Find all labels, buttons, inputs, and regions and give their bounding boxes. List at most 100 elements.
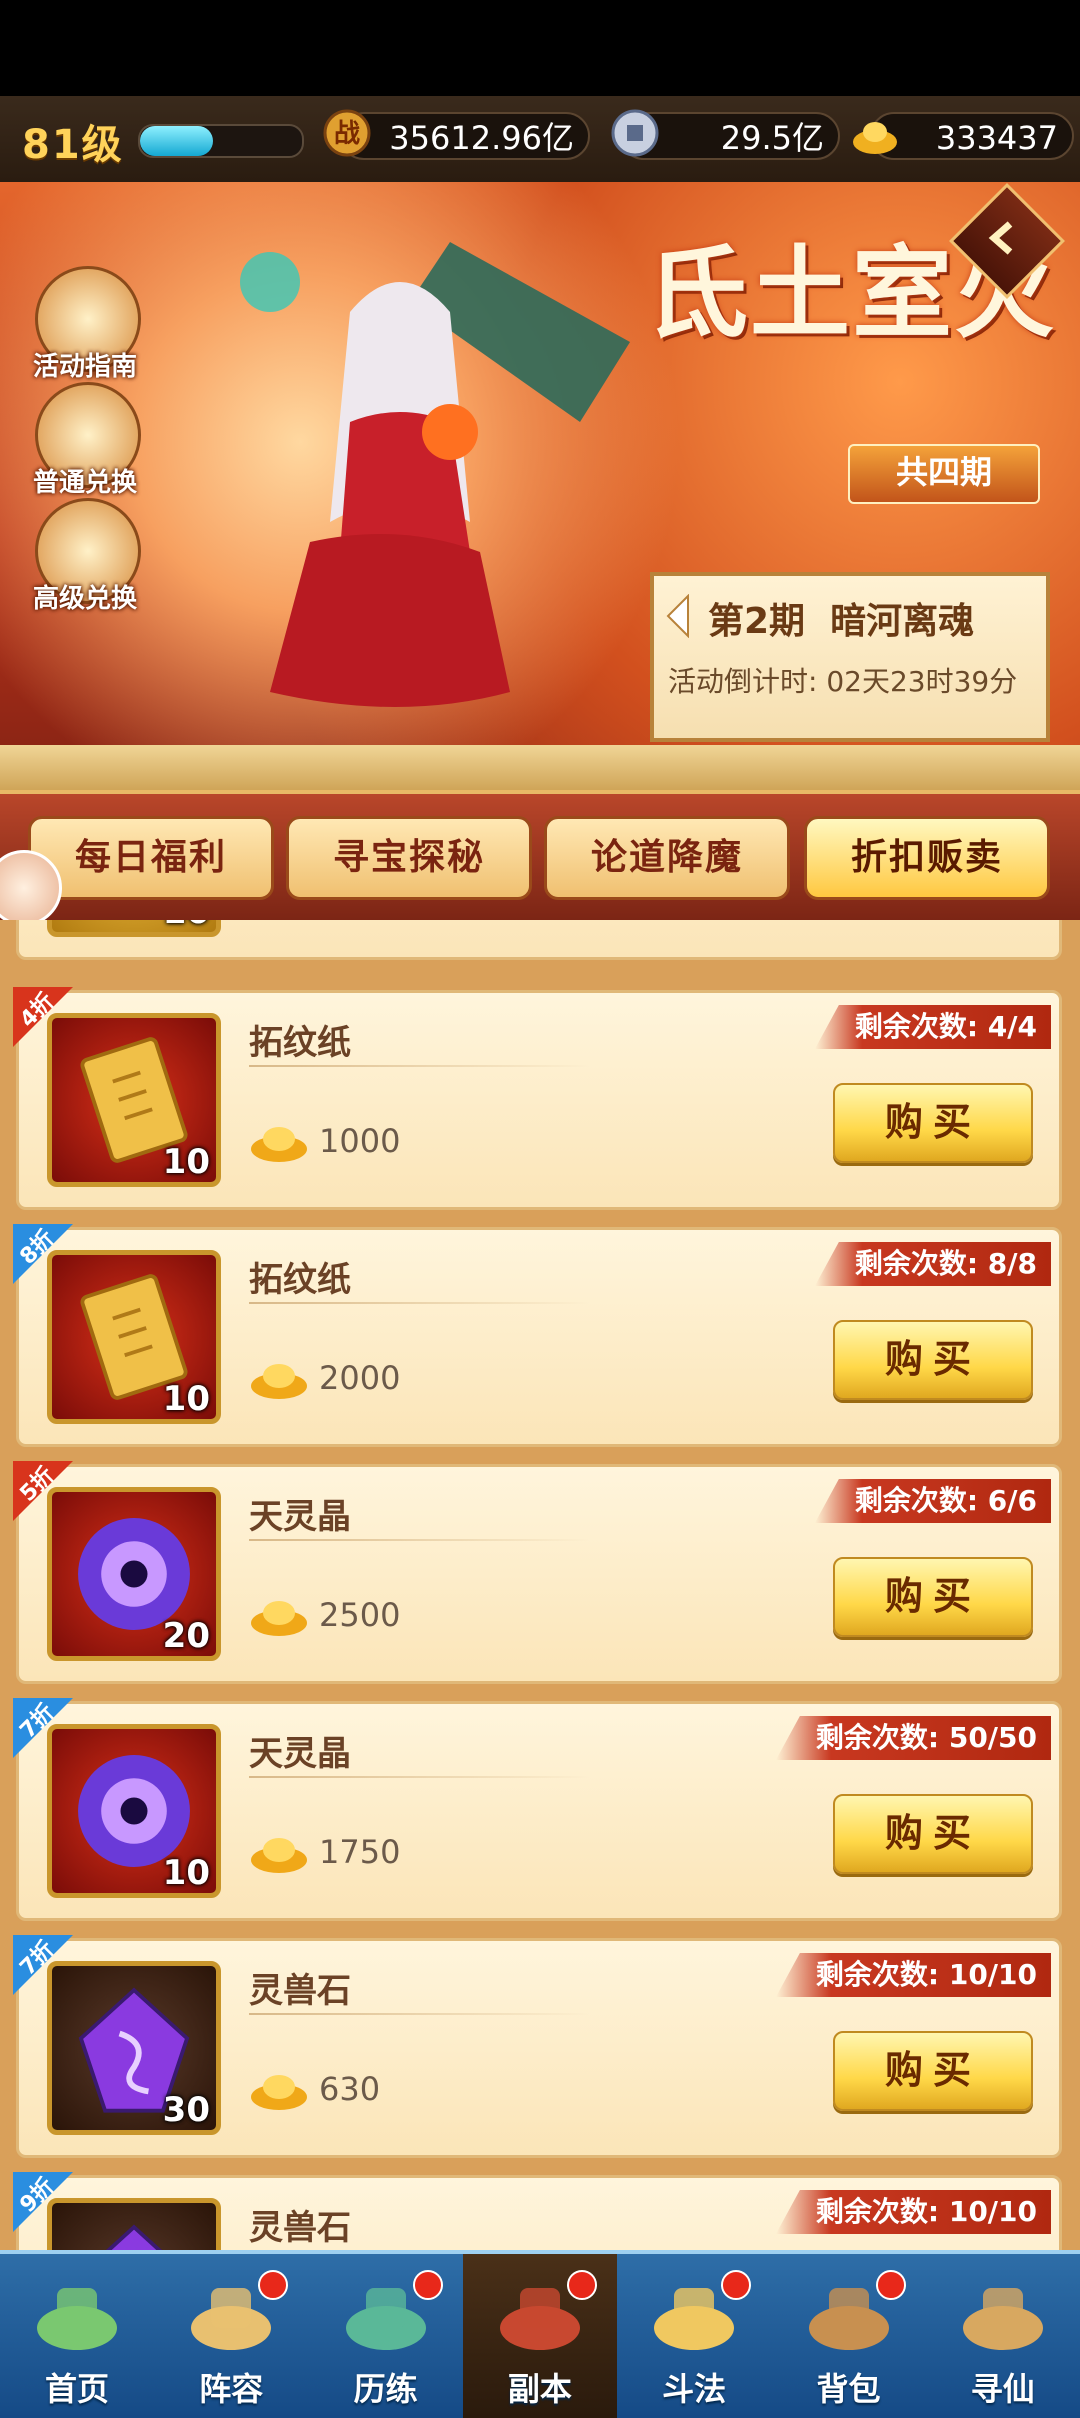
nav-label: 斗法 — [662, 2370, 727, 2408]
xp-bar — [138, 124, 304, 158]
buy-button[interactable]: 购买 — [833, 2031, 1033, 2111]
period-title: 第2期 暗河离魂 — [708, 601, 975, 642]
back-arrow-icon — [988, 221, 1013, 255]
item-name: 灵兽石 — [249, 1971, 351, 2011]
svg-text:战: 战 — [334, 119, 360, 149]
divider — [249, 2013, 589, 2015]
price-value: 2500 — [319, 1596, 401, 1634]
item-icon: 10 — [47, 920, 221, 937]
item-price: 2000 — [249, 1348, 400, 1408]
item-card: 10 8折 拓纹纸 2000 剩余次数: 8/8 购买 — [13, 1224, 1062, 1447]
home-icon — [37, 2288, 117, 2350]
nav-label: 背包 — [816, 2370, 881, 2408]
buy-button[interactable]: 购买 — [833, 1083, 1033, 1163]
nav-label: 副本 — [507, 2370, 572, 2408]
price-value: 1000 — [319, 1122, 401, 1160]
xp-fill — [140, 126, 213, 156]
item-name: 拓纹纸 — [249, 1260, 351, 1300]
notification-dot — [721, 2270, 752, 2300]
prev-period-arrow-icon[interactable] — [666, 594, 692, 638]
tab-dao-demon[interactable]: 论道降魔 — [544, 816, 790, 900]
item-price: 1750 — [249, 1822, 400, 1882]
normal-exchange-button[interactable]: 普通兑换 — [30, 382, 141, 498]
copper-coin-icon — [611, 109, 659, 157]
activity-guide-label: 活动指南 — [32, 352, 137, 382]
item-price: 2500 — [249, 1585, 400, 1645]
item-name: 灵兽石 — [249, 2208, 351, 2248]
discount-badge — [13, 1461, 73, 1521]
remaining-count: 剩余次数: 4/4 — [814, 1005, 1051, 1049]
event-subtitle: 共四期 — [848, 444, 1040, 504]
status-bar-area — [0, 0, 1080, 96]
tab-treasure-hunt[interactable]: 寻宝探秘 — [286, 816, 532, 900]
buy-button[interactable]: 购买 — [833, 1794, 1033, 1874]
discount-badge — [13, 987, 73, 1047]
item-card: 30 7折 灵兽石 630 剩余次数: 10/10 购买 — [13, 1935, 1062, 2158]
remaining-count: 剩余次数: 8/8 — [814, 1242, 1051, 1286]
nav-item-6[interactable]: 寻仙 — [926, 2254, 1080, 2418]
gold-value: 333437 — [870, 112, 1074, 160]
remaining-count: 剩余次数: 10/10 — [775, 1953, 1051, 1997]
immortal-icon — [962, 2288, 1043, 2350]
resource-bar: 81级 35612.96亿 战 29.5亿 333437 — [0, 96, 1080, 184]
nav-item-0[interactable]: 首页 — [0, 2254, 154, 2418]
item-name: 天灵晶 — [249, 1497, 351, 1537]
gold-ingot-icon — [251, 1601, 307, 1636]
shop-list: 10 10 4折 拓纹纸 1000 剩余次数: 4/4 购买 10 8折 拓纹纸… — [0, 920, 1080, 2250]
nav-label: 阵容 — [199, 2370, 264, 2408]
activity-guide-button[interactable]: 活动指南 — [30, 266, 141, 382]
nav-item-4[interactable]: 斗法 — [617, 2254, 771, 2418]
notification-dot — [258, 2270, 289, 2300]
nav-item-1[interactable]: 阵容 — [154, 2254, 308, 2418]
discount-badge — [13, 2172, 73, 2232]
nav-label: 寻仙 — [970, 2370, 1035, 2408]
discount-badge — [13, 1698, 73, 1758]
item-quantity: 20 — [162, 1616, 210, 1656]
tab-daily-welfare[interactable]: 每日福利 — [28, 816, 274, 900]
item-card: 10 7折 天灵晶 1750 剩余次数: 50/50 购买 — [13, 1698, 1062, 1921]
item-price: 630 — [249, 2059, 380, 2119]
advanced-exchange-label: 高级兑换 — [32, 584, 137, 614]
partial-item-card: 10 — [16, 920, 1062, 960]
price-value: 1750 — [319, 1833, 401, 1871]
item-card: 9折 灵兽石 剩余次数: 10/10 — [13, 2172, 1062, 2250]
battle-power-icon: 战 — [323, 109, 371, 157]
buy-button[interactable]: 购买 — [833, 1557, 1033, 1637]
remaining-count: 剩余次数: 6/6 — [814, 1479, 1051, 1523]
advanced-exchange-button[interactable]: 高级兑换 — [30, 498, 141, 614]
player-level: 81级 — [22, 122, 124, 168]
remaining-count: 剩余次数: 50/50 — [775, 1716, 1051, 1760]
gold-ingot-icon — [251, 1838, 307, 1873]
gold-ingot-icon — [853, 122, 897, 154]
gold-ingot-icon — [251, 2075, 307, 2110]
divider — [249, 1776, 589, 1778]
heroine-illustration — [240, 242, 630, 707]
price-value: 2000 — [319, 1359, 401, 1397]
item-quantity: 10 — [162, 1142, 210, 1182]
bottom-navigation: 首页 阵容 历练 副本 斗法 背包 寻仙 — [0, 2250, 1080, 2418]
countdown-text: 活动倒计时: 02天23时39分 — [668, 665, 1018, 698]
nav-label: 历练 — [353, 2370, 418, 2408]
gold-ingot-icon — [251, 1127, 307, 1162]
tab-discount-sale[interactable]: 折扣贩卖 — [804, 816, 1050, 900]
nav-item-5[interactable]: 背包 — [772, 2254, 926, 2418]
tab-bar: 每日福利 寻宝探秘 论道降魔 折扣贩卖 — [0, 790, 1080, 928]
notification-dot — [412, 2270, 443, 2300]
item-quantity: 30 — [162, 2090, 210, 2130]
period-info-scroll: 第2期 暗河离魂 活动倒计时: 02天23时39分 — [650, 572, 1050, 742]
buy-button[interactable]: 购买 — [833, 1320, 1033, 1400]
item-card: 20 5折 天灵晶 2500 剩余次数: 6/6 购买 — [13, 1461, 1062, 1684]
divider — [249, 1065, 589, 1067]
nav-item-3[interactable]: 副本 — [462, 2254, 617, 2418]
divider — [249, 1302, 589, 1304]
item-name: 天灵晶 — [249, 1734, 351, 1774]
notification-dot — [566, 2270, 597, 2300]
item-quantity: 10 — [162, 1379, 210, 1419]
remaining-count: 剩余次数: 10/10 — [775, 2190, 1051, 2234]
discount-badge — [13, 1935, 73, 1995]
price-value: 630 — [319, 2070, 381, 2108]
normal-exchange-label: 普通兑换 — [32, 468, 137, 498]
event-banner: 氐土室火 共四期 活动指南 普通兑换 高级兑换 第2期 暗河离魂 活动倒计时: … — [0, 182, 1080, 760]
nav-item-2[interactable]: 历练 — [309, 2254, 463, 2418]
item-quantity: 10 — [162, 1853, 210, 1893]
